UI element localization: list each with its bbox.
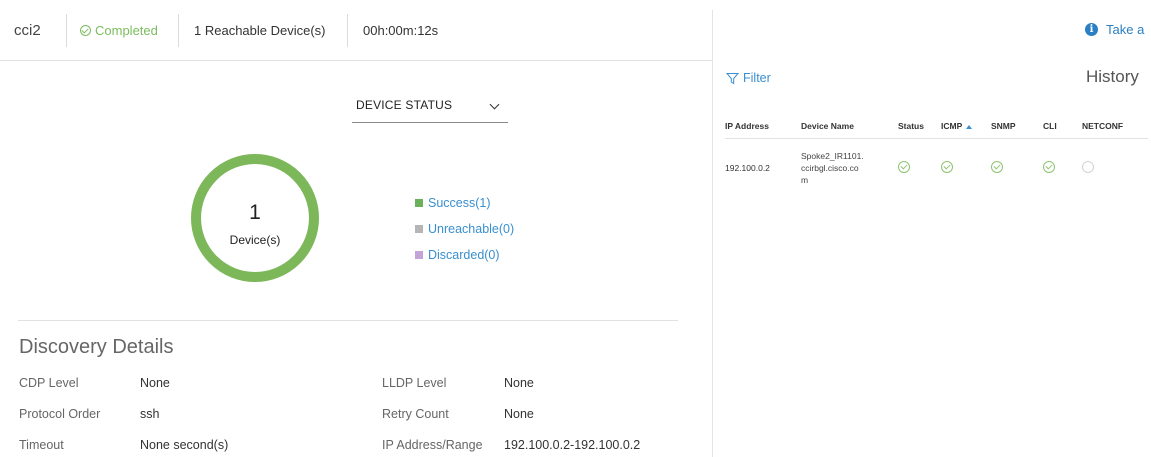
legend-swatch (415, 251, 423, 259)
col-snmp[interactable]: SNMP (991, 114, 1043, 139)
status-badge: Completed (80, 0, 158, 60)
cell-device-name: Spoke2_IR1101. ccirbgl.cisco.co m (801, 138, 898, 189)
details-title: Discovery Details (19, 336, 174, 358)
history-link[interactable]: History (1086, 67, 1139, 87)
device-name-line: ccirbgl.cisco.co (801, 163, 859, 173)
discovery-header: cci2 Completed 1 Reachable Device(s) 00h… (0, 0, 712, 61)
legend-label: Success(1) (428, 196, 491, 210)
cell-netconf (1082, 138, 1148, 189)
success-check-icon (1043, 161, 1055, 173)
device-count: 1 (249, 201, 261, 224)
legend-label: Unreachable(0) (428, 222, 515, 236)
col-ip-address[interactable]: IP Address (725, 114, 801, 139)
detail-label-lldp: LLDP Level (382, 376, 447, 390)
cell-ip: 192.100.0.2 (725, 138, 801, 189)
status-text: Completed (95, 22, 158, 38)
sort-up-icon (966, 124, 973, 129)
divider (347, 14, 348, 47)
detail-label-ip-range: IP Address/Range (382, 438, 483, 452)
table-row[interactable]: 192.100.0.2 Spoke2_IR1101. ccirbgl.cisco… (725, 138, 1148, 189)
section-divider (18, 320, 678, 321)
divider (178, 14, 179, 47)
dropdown-label: DEVICE STATUS (356, 98, 453, 112)
legend-swatch (415, 225, 423, 233)
filter-label: Filter (743, 71, 771, 85)
detail-label-protocol: Protocol Order (19, 407, 101, 421)
detail-value-ip-range: 192.100.0.2-192.100.0.2 (504, 438, 641, 452)
legend-label: Discarded(0) (428, 248, 500, 262)
detail-label-timeout: Timeout (19, 438, 64, 452)
detail-label-cdp: CDP Level (19, 376, 79, 390)
status-legend: Success(1) Unreachable(0) Discarded(0) (415, 190, 514, 268)
legend-unreachable[interactable]: Unreachable(0) (415, 216, 514, 242)
cell-status (898, 138, 941, 189)
cell-cli (1043, 138, 1082, 189)
device-table: IP Address Device Name Status ICMP SNMP … (725, 114, 1148, 189)
success-check-icon (898, 161, 910, 173)
detail-label-retry: Retry Count (382, 407, 449, 421)
device-name-line: Spoke2_IR1101. (801, 151, 864, 161)
elapsed-time: 00h:00m:12s (363, 22, 439, 38)
detail-value-retry: None (504, 407, 534, 421)
device-name-line: m (801, 175, 809, 185)
right-pane: i Take a Filter History IP Address Devic… (713, 0, 1151, 457)
take-tour-link[interactable]: i Take a (1085, 22, 1144, 37)
device-count-unit: Device(s) (229, 233, 281, 247)
success-check-icon (991, 161, 1003, 173)
filter-icon (726, 72, 739, 84)
col-icmp[interactable]: ICMP (941, 114, 991, 139)
col-device-name[interactable]: Device Name (801, 114, 898, 139)
check-circle-icon (80, 24, 91, 36)
chevron-down-icon (489, 99, 500, 110)
cell-icmp (941, 138, 991, 189)
cell-snmp (991, 138, 1043, 189)
legend-success[interactable]: Success(1) (415, 190, 514, 216)
detail-value-timeout: None second(s) (140, 438, 229, 452)
col-cli[interactable]: CLI (1043, 114, 1082, 139)
detail-value-protocol: ssh (140, 407, 160, 421)
detail-value-cdp: None (140, 376, 170, 390)
col-icmp-label: ICMP (941, 121, 963, 131)
legend-swatch (415, 199, 423, 207)
legend-discarded[interactable]: Discarded(0) (415, 242, 514, 268)
empty-circle-icon (1082, 161, 1094, 173)
device-donut-chart: 1 Device(s) (190, 153, 320, 283)
success-check-icon (941, 161, 953, 173)
col-status[interactable]: Status (898, 114, 941, 139)
left-pane: cci2 Completed 1 Reachable Device(s) 00h… (0, 0, 712, 457)
col-netconf[interactable]: NETCONF (1082, 114, 1148, 139)
filter-button[interactable]: Filter (726, 71, 771, 85)
table-header-row: IP Address Device Name Status ICMP SNMP … (725, 114, 1148, 139)
detail-value-lldp: None (504, 376, 534, 390)
discovery-name: cci2 (14, 21, 41, 39)
take-tour-label: Take a (1106, 22, 1145, 37)
device-status-dropdown[interactable]: DEVICE STATUS (352, 92, 508, 123)
divider (66, 14, 67, 47)
info-icon: i (1085, 23, 1098, 36)
reachable-count: 1 Reachable Device(s) (194, 22, 326, 38)
